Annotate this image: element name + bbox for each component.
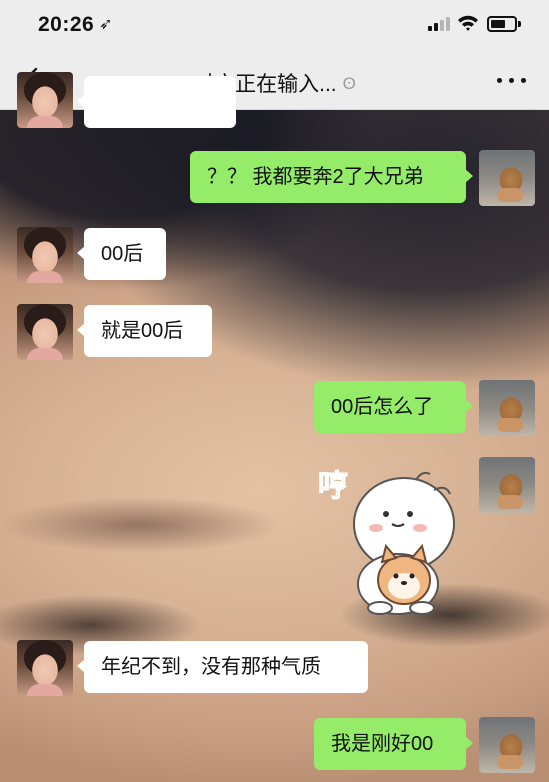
message-bubble-incoming[interactable] [77,76,236,128]
contact-avatar[interactable] [17,640,73,696]
chat-screen: 20:26 ➶ 对方正在输入... ʘ ？？ 我都要奔2了大兄弟 00后 就是0… [0,0,549,782]
sticker-text: 哼 [318,469,348,504]
message-text: ？？ 我都要奔2了大兄弟 [207,166,424,188]
message-bubble-incoming[interactable]: 年纪不到，没有那种气质 [77,641,368,693]
status-time: 20:26 [38,13,95,36]
message-bubble-outgoing[interactable]: ？？ 我都要奔2了大兄弟 [190,151,473,203]
message-bubble-outgoing[interactable]: 我是刚好00 [314,718,473,770]
my-avatar[interactable] [479,457,535,513]
more-dots-icon [521,78,526,83]
message-text: 00后 [101,243,144,265]
my-avatar[interactable] [479,380,535,436]
my-avatar[interactable] [479,150,535,206]
contact-avatar[interactable] [17,72,73,128]
message-text: 我是刚好00 [331,733,434,755]
contact-avatar[interactable] [17,227,73,283]
wifi-icon [458,15,478,31]
status-bar: 20:26 ➶ [0,0,549,50]
more-dots-icon [497,78,502,83]
battery-icon [487,16,521,32]
message-bubble-incoming[interactable]: 就是00后 [77,305,212,357]
ear-icon: ʘ [342,74,356,93]
background-detail [0,495,280,555]
message-text: 就是00后 [101,320,184,342]
message-text: 年纪不到，没有那种气质 [101,656,321,678]
message-text: 00后怎么了 [331,396,434,418]
message-bubble-outgoing[interactable]: 00后怎么了 [314,381,473,433]
location-arrow-icon: ➶ [99,16,113,33]
contact-avatar[interactable] [17,304,73,360]
sticker-message[interactable]: 哼 [316,462,466,620]
cellular-signal-icon [428,17,450,31]
more-dots-icon [509,78,514,83]
message-bubble-incoming[interactable]: 00后 [77,228,166,280]
my-avatar[interactable] [479,717,535,773]
more-options-button[interactable] [495,62,529,98]
